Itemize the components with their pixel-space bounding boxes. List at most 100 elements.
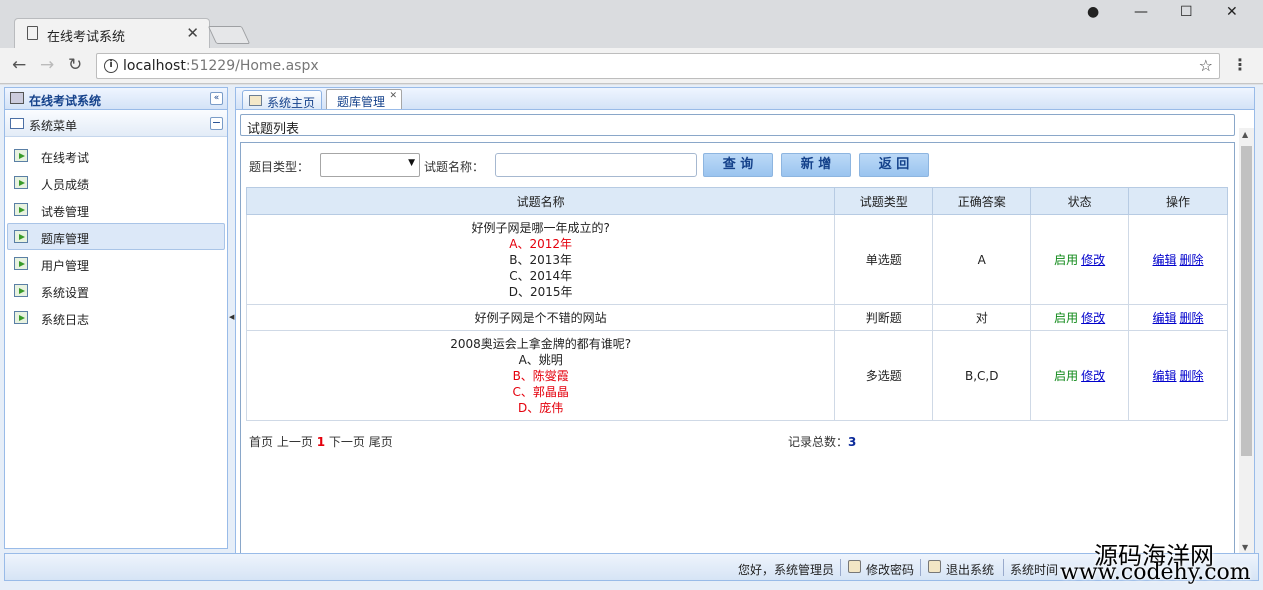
- list-title-bar: 试题列表: [240, 114, 1235, 137]
- west-panel: 在线考试系统 « 系统菜单 − 在线考试 人员成绩 试卷管理 题库管理 用户管理…: [4, 87, 228, 549]
- menu-arrow-icon: [14, 149, 28, 162]
- tab-label: 题库管理: [337, 95, 386, 109]
- question-option: D、庞伟: [518, 400, 564, 415]
- address-bar[interactable]: i localhost:51229/Home.aspx ☆: [96, 53, 1220, 79]
- system-menu: 在线考试 人员成绩 试卷管理 题库管理 用户管理 系统设置 系统日志: [5, 137, 227, 331]
- question-type-select[interactable]: ▼: [320, 153, 420, 177]
- logout-icon: [928, 560, 941, 573]
- app-layout: 在线考试系统 « 系统菜单 − 在线考试 人员成绩 试卷管理 题库管理 用户管理…: [0, 85, 1263, 590]
- forward-icon[interactable]: →: [40, 55, 54, 75]
- close-tab-icon[interactable]: ✕: [389, 91, 397, 101]
- question-list-area: 题目类型： ▼ 试题名称： 查 询 新 增 返 回 试题名称 试题类型 正确答案…: [240, 142, 1235, 554]
- search-bar: 题目类型： ▼ 试题名称： 查 询 新 增 返 回: [249, 152, 1229, 178]
- divider: [840, 559, 841, 576]
- menu-item-users[interactable]: 用户管理: [7, 250, 225, 277]
- delete-link[interactable]: 删除: [1180, 369, 1204, 383]
- actions-cell: 编辑 删除: [1128, 330, 1228, 421]
- table-row: 好例子网是哪一年成立的? A、2012年 B、2013年 C、2014年 D、2015年…: [245, 214, 1228, 305]
- col-header: 操作: [1128, 187, 1228, 215]
- question-option: A、2012年: [509, 236, 573, 251]
- menu-arrow-icon: [14, 257, 28, 270]
- info-icon[interactable]: i: [104, 59, 118, 73]
- scroll-up-icon[interactable]: ▲: [1242, 130, 1248, 139]
- vertical-scrollbar[interactable]: ▲ ▼: [1239, 128, 1254, 554]
- edit-link[interactable]: 编辑: [1153, 369, 1177, 383]
- search-button[interactable]: 查 询: [703, 153, 773, 177]
- window-icon: [10, 118, 24, 129]
- col-header: 试题类型: [834, 187, 934, 215]
- question-cell: 2008奥运会上拿金牌的都有谁呢? A、姚明 B、陈燮霞 C、郭晶晶 D、庞伟: [245, 330, 836, 421]
- modify-status-link[interactable]: 修改: [1081, 311, 1105, 325]
- back-button[interactable]: 返 回: [859, 153, 929, 177]
- question-text: 好例子网是哪一年成立的?: [471, 220, 610, 235]
- question-option: D、2015年: [508, 284, 573, 299]
- col-header: 试题名称: [245, 187, 836, 215]
- browser-tab[interactable]: 在线考试系统 ✕: [14, 18, 210, 48]
- menu-item-logs[interactable]: 系统日志: [7, 304, 225, 331]
- add-button[interactable]: 新 增: [781, 153, 851, 177]
- back-icon[interactable]: ←: [12, 55, 26, 75]
- dropdown-caret-icon: ▼: [408, 158, 415, 168]
- collapse-arrow-icon[interactable]: ◀: [229, 313, 234, 321]
- edit-link[interactable]: 编辑: [1153, 311, 1177, 325]
- menu-arrow-icon: [14, 284, 28, 297]
- close-tab-icon[interactable]: ✕: [186, 24, 199, 42]
- reload-icon[interactable]: ↻: [68, 55, 82, 75]
- minimize-icon[interactable]: —: [1134, 4, 1148, 20]
- delete-link[interactable]: 删除: [1180, 311, 1204, 325]
- pager-first[interactable]: 首页: [249, 435, 273, 449]
- browser-titlebar: 在线考试系统 ✕ ● — ☐ ✕: [0, 0, 1263, 48]
- watermark: 源码海洋网 www.codehy.com: [1058, 536, 1263, 590]
- bookmark-star-icon[interactable]: ☆: [1199, 56, 1213, 75]
- menu-item-label: 用户管理: [41, 259, 90, 273]
- collapse-icon[interactable]: «: [210, 92, 223, 105]
- question-option: C、郭晶晶: [512, 384, 569, 399]
- question-name-input[interactable]: [495, 153, 697, 177]
- maximize-icon[interactable]: ☐: [1180, 4, 1193, 20]
- browser-menu-icon[interactable]: ⋮: [1232, 55, 1248, 74]
- accordion-collapse-icon[interactable]: −: [210, 117, 223, 130]
- menu-item-settings[interactable]: 系统设置: [7, 277, 225, 304]
- question-option: A、姚明: [518, 352, 563, 367]
- browser-toolbar: ← → ↻ i localhost:51229/Home.aspx ☆ ⋮: [0, 48, 1263, 84]
- scroll-thumb[interactable]: [1241, 146, 1252, 456]
- pager-next[interactable]: 下一页: [329, 435, 365, 449]
- pager-last[interactable]: 尾页: [369, 435, 393, 449]
- modify-status-link[interactable]: 修改: [1081, 369, 1105, 383]
- question-cell: 好例子网是个不错的网站: [245, 304, 836, 331]
- type-cell: 单选题: [834, 214, 934, 305]
- menu-item-question-bank[interactable]: 题库管理: [7, 223, 225, 250]
- new-tab-button[interactable]: [207, 26, 251, 44]
- status-text: 启用: [1054, 252, 1079, 267]
- change-password-link[interactable]: 修改密码: [866, 561, 914, 578]
- modify-status-link[interactable]: 修改: [1081, 253, 1105, 267]
- question-table: 试题名称 试题类型 正确答案 状态 操作 好例子网是哪一年成立的? A、2012年…: [245, 187, 1228, 421]
- close-window-icon[interactable]: ✕: [1226, 4, 1238, 20]
- menu-item-scores[interactable]: 人员成绩: [7, 169, 225, 196]
- status-text: 启用: [1054, 310, 1079, 325]
- logout-link[interactable]: 退出系统: [946, 561, 994, 578]
- profile-icon[interactable]: ●: [1087, 4, 1099, 20]
- accordion-header[interactable]: 系统菜单 −: [5, 110, 227, 137]
- menu-item-label: 人员成绩: [41, 178, 90, 192]
- divider: [920, 559, 921, 576]
- computer-icon: [10, 92, 24, 104]
- type-cell: 多选题: [834, 330, 934, 421]
- answer-cell: B,C,D: [932, 330, 1032, 421]
- menu-item-online-exam[interactable]: 在线考试: [7, 142, 225, 169]
- tab-home[interactable]: 系统主页: [242, 90, 322, 110]
- west-panel-header: 在线考试系统 «: [5, 88, 227, 110]
- menu-item-papers[interactable]: 试卷管理: [7, 196, 225, 223]
- pager-prev[interactable]: 上一页: [277, 435, 313, 449]
- menu-item-label: 试卷管理: [41, 205, 90, 219]
- status-cell: 启用 修改: [1030, 214, 1130, 305]
- menu-item-label: 在线考试: [41, 151, 90, 165]
- divider: [1003, 559, 1004, 576]
- delete-link[interactable]: 删除: [1180, 253, 1204, 267]
- edit-link[interactable]: 编辑: [1153, 253, 1177, 267]
- watermark-line2: www.codehy.com: [1060, 560, 1251, 585]
- question-option: B、2013年: [509, 252, 573, 267]
- pager: 首页 上一页 1 下一页 尾页: [249, 433, 393, 450]
- user-key-icon: [848, 560, 861, 573]
- menu-item-label: 系统日志: [41, 313, 90, 327]
